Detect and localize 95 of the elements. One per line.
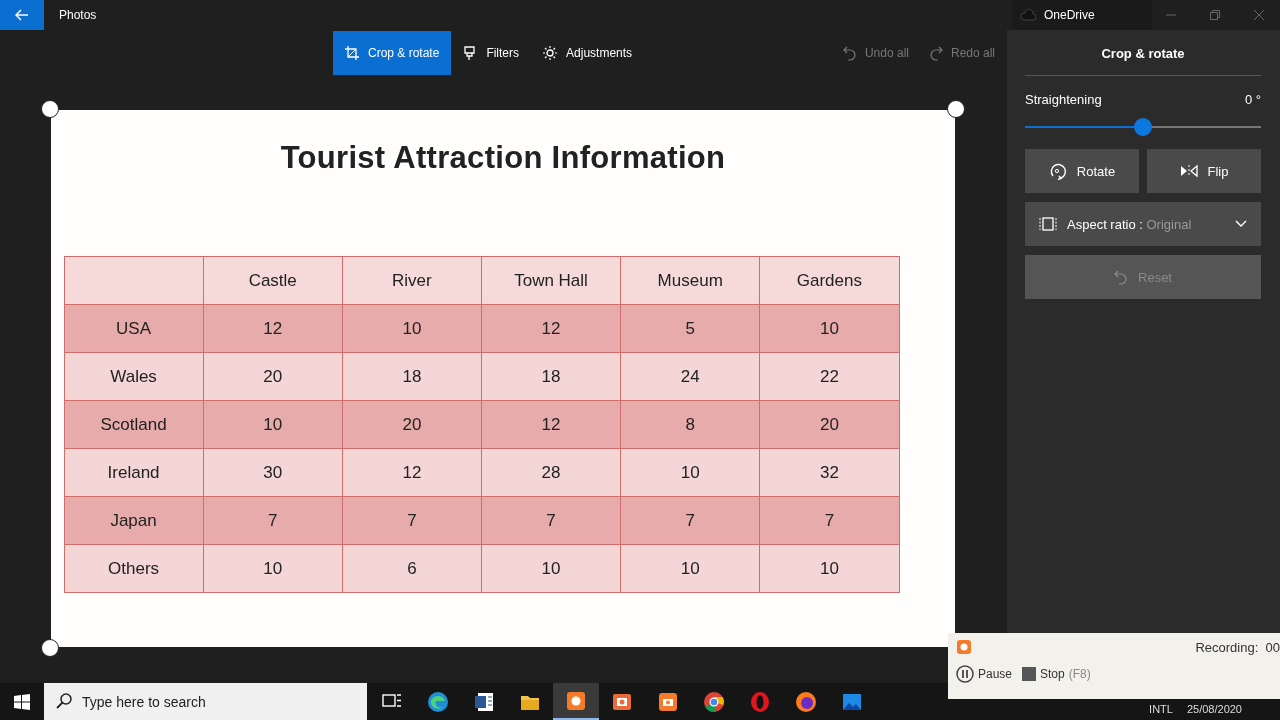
crop-icon bbox=[345, 45, 359, 60]
recorder-icon bbox=[956, 639, 972, 655]
document-icon bbox=[473, 690, 495, 713]
redo-icon bbox=[928, 44, 943, 61]
table-cell: 28 bbox=[481, 448, 621, 497]
aspect-ratio-label: Aspect ratio : Original bbox=[1067, 216, 1193, 232]
table-cell: 18 bbox=[342, 352, 482, 401]
panel-title: Crop & rotate bbox=[1100, 45, 1186, 63]
table-cell: 10 bbox=[481, 544, 621, 593]
table-cell: 5 bbox=[620, 304, 760, 353]
table-cell: 12 bbox=[342, 448, 482, 497]
aspect-ratio-dropdown[interactable]: Aspect ratio : Original bbox=[1025, 202, 1261, 246]
column-header: Castle bbox=[203, 256, 343, 305]
crop-handle[interactable] bbox=[41, 639, 59, 657]
taskbar-app[interactable] bbox=[553, 683, 599, 720]
table-cell: 22 bbox=[759, 352, 899, 401]
table-cell: 30 bbox=[203, 448, 343, 497]
opera-icon bbox=[749, 690, 771, 713]
table-cell: 7 bbox=[759, 496, 899, 545]
flip-button[interactable]: Flip bbox=[1147, 149, 1261, 193]
undo-all-button[interactable]: Undo all bbox=[842, 44, 909, 61]
slider-label: Straightening bbox=[1025, 92, 1102, 107]
row-header: Scotland bbox=[64, 400, 204, 449]
table-cell: 8 bbox=[620, 400, 760, 449]
table-cell: 20 bbox=[342, 400, 482, 449]
restore-icon[interactable] bbox=[1210, 10, 1220, 20]
stop-button[interactable]: Stop (F8) bbox=[1022, 665, 1091, 683]
undo-icon bbox=[1114, 269, 1128, 285]
cloud-icon bbox=[1020, 9, 1036, 21]
table-cell: 10 bbox=[342, 304, 482, 353]
row-header: USA bbox=[64, 304, 204, 353]
pause-icon bbox=[956, 665, 974, 683]
table-cell: 12 bbox=[481, 400, 621, 449]
table-cell: 20 bbox=[203, 352, 343, 401]
tab[interactable]: Filters bbox=[451, 30, 532, 75]
redo-all-button[interactable]: Redo all bbox=[928, 44, 995, 61]
sun-icon bbox=[543, 45, 558, 60]
language-indicator[interactable]: INTL bbox=[1149, 702, 1173, 715]
table-cell: 7 bbox=[342, 496, 482, 545]
recorder-icon bbox=[565, 689, 587, 712]
camera-icon bbox=[657, 690, 679, 713]
row-header: Wales bbox=[64, 352, 204, 401]
recording-status: Recording: 00 bbox=[1195, 639, 1280, 655]
edge-icon bbox=[427, 690, 449, 713]
table-cell: 20 bbox=[759, 400, 899, 449]
windows-logo-icon bbox=[14, 693, 30, 710]
table-cell: 7 bbox=[203, 496, 343, 545]
window-title: OneDrive bbox=[1044, 8, 1095, 22]
table-cell: 10 bbox=[759, 304, 899, 353]
table-cell: 32 bbox=[759, 448, 899, 497]
aspect-ratio-icon bbox=[1039, 217, 1057, 231]
column-header: Town Hall bbox=[481, 256, 621, 305]
table-cell: 10 bbox=[203, 544, 343, 593]
slider-thumb[interactable] bbox=[1134, 118, 1152, 136]
close-icon[interactable] bbox=[1254, 10, 1264, 20]
tab[interactable]: Adjustments bbox=[531, 30, 645, 75]
brush-icon bbox=[463, 45, 478, 60]
crop-handle[interactable] bbox=[947, 100, 965, 118]
slide-title: Tourist Attraction Information bbox=[280, 140, 726, 176]
column-header: Museum bbox=[620, 256, 760, 305]
chevron-down-icon bbox=[1235, 220, 1247, 228]
table-cell: 18 bbox=[481, 352, 621, 401]
back-button[interactable] bbox=[0, 0, 44, 30]
rotate-icon bbox=[1048, 162, 1067, 180]
table-cell: 7 bbox=[481, 496, 621, 545]
search-icon bbox=[56, 693, 72, 709]
firefox-icon bbox=[795, 690, 817, 713]
column-header: Gardens bbox=[759, 256, 899, 305]
row-header: Others bbox=[64, 544, 204, 593]
browser-icon bbox=[703, 690, 725, 713]
stop-icon bbox=[1022, 667, 1037, 681]
table-cell: 10 bbox=[620, 544, 760, 593]
back-arrow-icon bbox=[15, 9, 29, 21]
table-cell: 10 bbox=[620, 448, 760, 497]
table-cell: 24 bbox=[620, 352, 760, 401]
slider-track[interactable] bbox=[1025, 118, 1261, 136]
row-header: Ireland bbox=[64, 448, 204, 497]
rotate-button[interactable]: Rotate bbox=[1025, 149, 1139, 193]
crop-handle[interactable] bbox=[41, 100, 59, 118]
table-cell: 10 bbox=[759, 544, 899, 593]
table-cell: 6 bbox=[342, 544, 482, 593]
row-header: Japan bbox=[64, 496, 204, 545]
tab[interactable]: Crop & rotate bbox=[333, 30, 452, 75]
undo-icon bbox=[842, 44, 857, 61]
table-cell: 12 bbox=[481, 304, 621, 353]
slider-value: 0 ° bbox=[1244, 92, 1261, 107]
flip-icon bbox=[1179, 164, 1198, 178]
table-cell: 7 bbox=[620, 496, 760, 545]
search-field[interactable]: Type here to search bbox=[44, 683, 367, 720]
pause-button[interactable]: Pause bbox=[956, 665, 1013, 683]
column-header: River bbox=[342, 256, 482, 305]
table-cell: 10 bbox=[203, 400, 343, 449]
clock-date[interactable]: 25/08/2020 bbox=[1186, 702, 1242, 715]
window-title: Photos bbox=[59, 8, 97, 22]
table-cell: 12 bbox=[203, 304, 343, 353]
